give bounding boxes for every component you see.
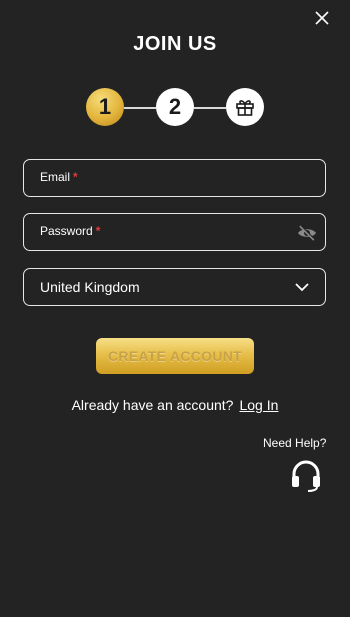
page-title: JOIN US — [133, 33, 217, 55]
step-connector — [124, 107, 156, 109]
step-3-indicator — [226, 88, 264, 126]
required-mark: * — [73, 170, 78, 184]
step-progress: 1 2 — [0, 88, 350, 128]
country-select[interactable]: United Kingdom — [23, 268, 326, 306]
login-prompt: Already have an account? — [71, 397, 234, 413]
eye-slash-icon[interactable] — [297, 224, 317, 242]
close-icon — [315, 11, 329, 25]
country-value: United Kingdom — [40, 279, 140, 295]
close-button[interactable] — [313, 9, 331, 27]
step-connector — [194, 107, 226, 109]
password-field[interactable]: Password * — [23, 213, 326, 251]
step-2-indicator: 2 — [156, 88, 194, 126]
email-label: Email * — [40, 170, 78, 184]
headset-icon — [292, 460, 320, 492]
email-field[interactable]: Email * — [23, 159, 326, 197]
chevron-down-icon — [295, 283, 309, 292]
required-mark: * — [95, 224, 101, 238]
login-link[interactable]: Log In — [239, 397, 278, 413]
support-button[interactable] — [288, 457, 324, 493]
password-label: Password * — [40, 224, 101, 238]
need-help-label: Need Help? — [263, 436, 327, 450]
step-1-indicator: 1 — [86, 88, 124, 126]
gift-icon — [236, 100, 254, 116]
login-prompt-row: Already have an account? Log In — [0, 397, 350, 413]
create-account-button[interactable]: CREATE ACCOUNT — [96, 338, 254, 374]
